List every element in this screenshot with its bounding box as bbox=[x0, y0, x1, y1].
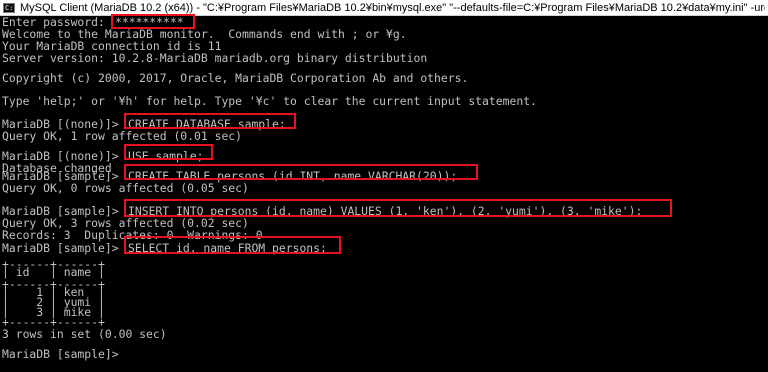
final-prompt[interactable]: MariaDB [sample]> bbox=[2, 348, 125, 360]
prompt: MariaDB [sample]> bbox=[2, 241, 126, 255]
help-line: Type 'help;' or '¥h' for help. Type '¥c'… bbox=[2, 94, 537, 108]
insert-highlight bbox=[124, 199, 672, 217]
result-create-database: Query OK, 1 row affected (0.01 sec) bbox=[2, 129, 243, 143]
server-version-line: Server version: 10.2.8-MariaDB mariadb.o… bbox=[2, 51, 428, 65]
result-create-table: Query OK, 0 rows affected (0.05 sec) bbox=[2, 181, 249, 195]
console-app-icon: C:\ bbox=[3, 3, 15, 13]
window-title: MySQL Client (MariaDB 10.2 (x64)) - "C:¥… bbox=[20, 2, 765, 14]
create-table-highlight bbox=[124, 164, 478, 180]
password-highlight bbox=[111, 14, 195, 29]
copyright-line: Copyright (c) 2000, 2017, Oracle, MariaD… bbox=[2, 71, 469, 85]
use-highlight bbox=[124, 144, 213, 160]
create-database-highlight bbox=[124, 113, 296, 129]
select-highlight bbox=[124, 236, 341, 254]
rows-in-set-line: 3 rows in set (0.00 sec) bbox=[2, 327, 167, 341]
console-output[interactable]: Enter password: ********** Welcome to th… bbox=[2, 14, 766, 372]
